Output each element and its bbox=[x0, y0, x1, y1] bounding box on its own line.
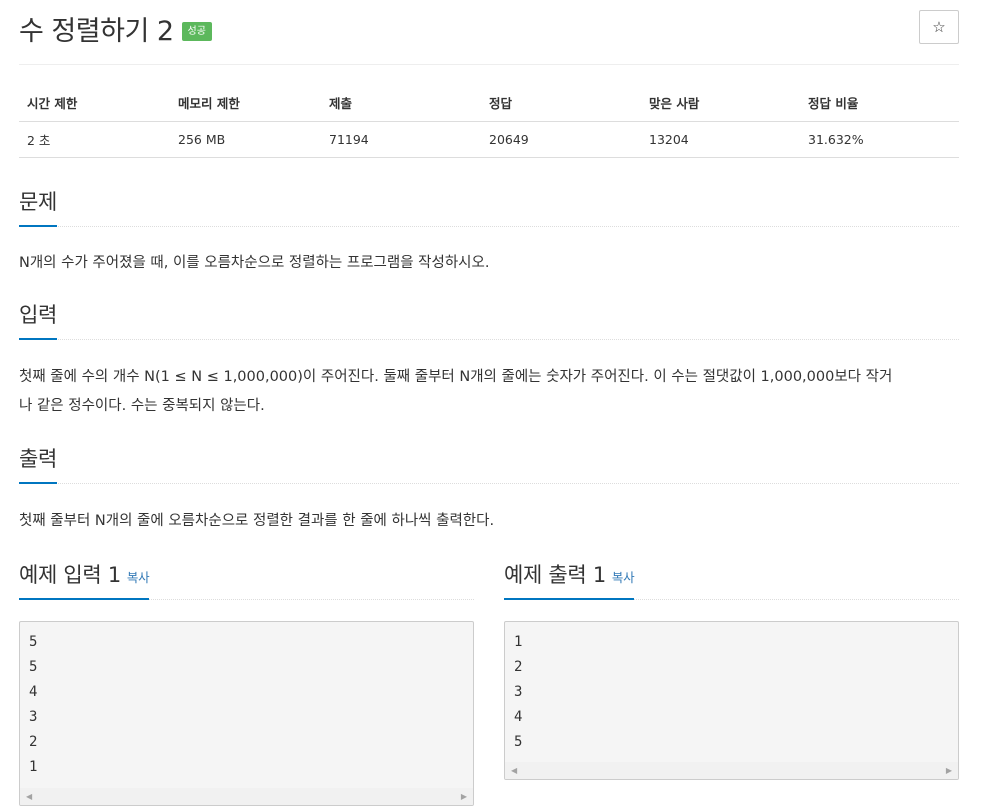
sample-line: 2 bbox=[514, 659, 523, 675]
input-description-line: 나 같은 정수이다. 수는 중복되지 않는다. bbox=[19, 398, 265, 414]
time-limit-value: 2 초 bbox=[19, 121, 170, 158]
sample-line: 3 bbox=[29, 709, 38, 725]
header-memory-limit: 메모리 제한 bbox=[170, 85, 321, 122]
problem-info-table: 시간 제한 메모리 제한 제출 정답 맞은 사람 정답 비율 2 초 256 M… bbox=[19, 85, 959, 158]
problem-heading: 문제 bbox=[19, 186, 57, 227]
accept-ratio-value: 31.632% bbox=[800, 121, 959, 158]
horizontal-scrollbar[interactable]: ◀ ▶ bbox=[20, 788, 473, 805]
sample-line: 3 bbox=[514, 684, 523, 700]
input-description-line: 첫째 줄에 수의 개수 N(1 ≤ N ≤ 1,000,000)이 주어진다. … bbox=[19, 369, 893, 385]
status-badge: 성공 bbox=[181, 21, 212, 41]
title-row: 수 정렬하기 2 성공 bbox=[19, 8, 212, 48]
sample-output-header: 예제 출력 1 복사 bbox=[504, 559, 959, 600]
scroll-right-icon[interactable]: ▶ bbox=[461, 792, 467, 801]
table-row: 2 초 256 MB 71194 20649 13204 31.632% bbox=[19, 121, 959, 158]
sample-output-heading: 예제 출력 1 복사 bbox=[504, 559, 635, 600]
output-section-header: 출력 bbox=[19, 443, 959, 484]
scroll-left-icon[interactable]: ◀ bbox=[26, 792, 32, 801]
sample-output-box[interactable]: 1 2 3 4 5 ◀ ▶ bbox=[504, 621, 959, 780]
input-description: 첫째 줄에 수의 개수 N(1 ≤ N ≤ 1,000,000)이 주어진다. … bbox=[19, 363, 959, 421]
scroll-left-icon[interactable]: ◀ bbox=[511, 766, 517, 775]
accepted-value: 20649 bbox=[481, 121, 641, 158]
problem-section-header: 문제 bbox=[19, 186, 959, 227]
title-divider bbox=[19, 64, 959, 65]
table-header-row: 시간 제한 메모리 제한 제출 정답 맞은 사람 정답 비율 bbox=[19, 85, 959, 122]
sample-line: 2 bbox=[29, 734, 38, 750]
scroll-right-icon[interactable]: ▶ bbox=[946, 766, 952, 775]
sample-line: 4 bbox=[29, 684, 38, 700]
copy-sample-output-link[interactable]: 복사 bbox=[612, 570, 635, 585]
header-accepted: 정답 bbox=[481, 85, 641, 122]
header-submissions: 제출 bbox=[321, 85, 481, 122]
header-solved-users: 맞은 사람 bbox=[641, 85, 800, 122]
star-icon: ☆ bbox=[932, 18, 946, 36]
input-section-header: 입력 bbox=[19, 299, 959, 340]
sample-line: 5 bbox=[29, 659, 38, 675]
sample-input-title: 예제 입력 1 bbox=[19, 563, 121, 587]
solved-users-value: 13204 bbox=[641, 121, 800, 158]
horizontal-scrollbar[interactable]: ◀ ▶ bbox=[505, 762, 958, 779]
submissions-value: 71194 bbox=[321, 121, 481, 158]
sample-line: 4 bbox=[514, 709, 523, 725]
output-description: 첫째 줄부터 N개의 줄에 오름차순으로 정렬한 결과를 한 줄에 하나씩 출력… bbox=[19, 513, 495, 529]
sample-output-content: 1 2 3 4 5 bbox=[505, 622, 958, 755]
sample-input-box[interactable]: 5 5 4 3 2 1 ◀ ▶ bbox=[19, 621, 474, 806]
sample-input-heading: 예제 입력 1 복사 bbox=[19, 559, 150, 600]
page-title: 수 정렬하기 2 bbox=[19, 15, 174, 47]
sample-input-content: 5 5 4 3 2 1 bbox=[20, 622, 473, 780]
sample-line: 1 bbox=[514, 634, 523, 650]
output-heading: 출력 bbox=[19, 443, 57, 484]
sample-input-header: 예제 입력 1 복사 bbox=[19, 559, 474, 600]
header-time-limit: 시간 제한 bbox=[19, 85, 170, 122]
copy-sample-input-link[interactable]: 복사 bbox=[127, 570, 150, 585]
star-button[interactable]: ☆ bbox=[919, 10, 959, 44]
input-heading: 입력 bbox=[19, 299, 57, 340]
sample-line: 1 bbox=[29, 759, 38, 775]
header-accept-ratio: 정답 비율 bbox=[800, 85, 959, 122]
sample-line: 5 bbox=[29, 634, 38, 650]
sample-output-title: 예제 출력 1 bbox=[504, 563, 606, 587]
memory-limit-value: 256 MB bbox=[170, 121, 321, 158]
problem-description: N개의 수가 주어졌을 때, 이를 오름차순으로 정렬하는 프로그램을 작성하시… bbox=[19, 255, 490, 271]
sample-line: 5 bbox=[514, 734, 523, 750]
